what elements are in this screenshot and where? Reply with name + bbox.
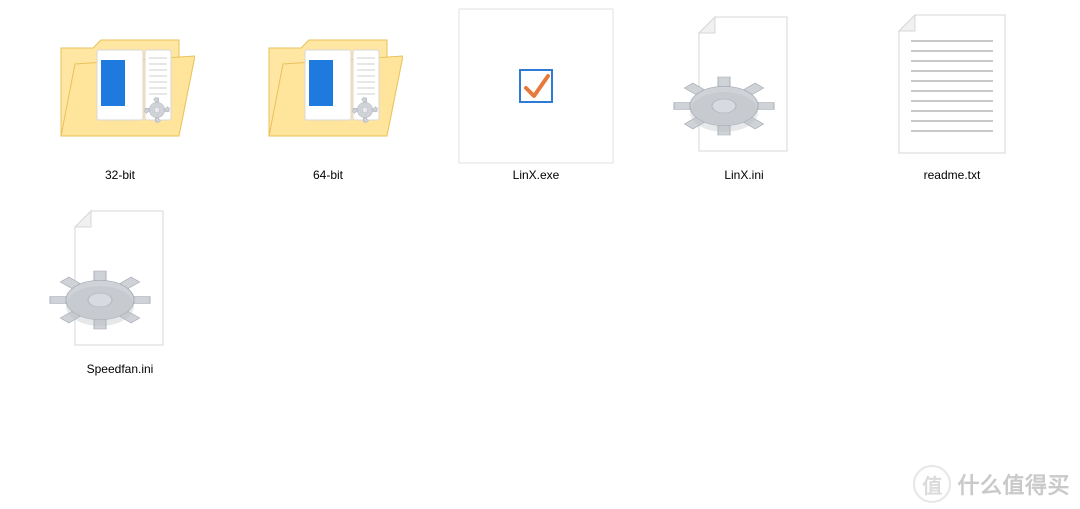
- folder-item[interactable]: 32-bit: [20, 8, 220, 198]
- watermark: 值 什么值得买: [913, 465, 1070, 503]
- ini-item[interactable]: LinX.ini: [644, 8, 844, 198]
- ini-item[interactable]: Speedfan.ini: [20, 202, 220, 392]
- item-label: 64-bit: [313, 168, 343, 182]
- txt-icon: [872, 8, 1032, 164]
- ini-icon: [664, 8, 824, 164]
- item-label: 32-bit: [105, 168, 135, 182]
- ini-icon: [40, 202, 200, 358]
- folder-icon: [40, 8, 200, 164]
- exe-item[interactable]: LinX.exe: [436, 8, 636, 198]
- item-label: LinX.ini: [724, 168, 763, 182]
- watermark-badge-icon: 值: [913, 465, 951, 503]
- item-label: readme.txt: [924, 168, 981, 182]
- txt-item[interactable]: readme.txt: [852, 8, 1052, 198]
- file-grid: 32-bit: [0, 0, 1080, 404]
- folder-item[interactable]: 64-bit: [228, 8, 428, 198]
- item-label: LinX.exe: [513, 168, 560, 182]
- folder-icon: [248, 8, 408, 164]
- item-label: Speedfan.ini: [87, 362, 154, 376]
- exe-icon: [456, 8, 616, 164]
- watermark-text: 什么值得买: [957, 468, 1070, 500]
